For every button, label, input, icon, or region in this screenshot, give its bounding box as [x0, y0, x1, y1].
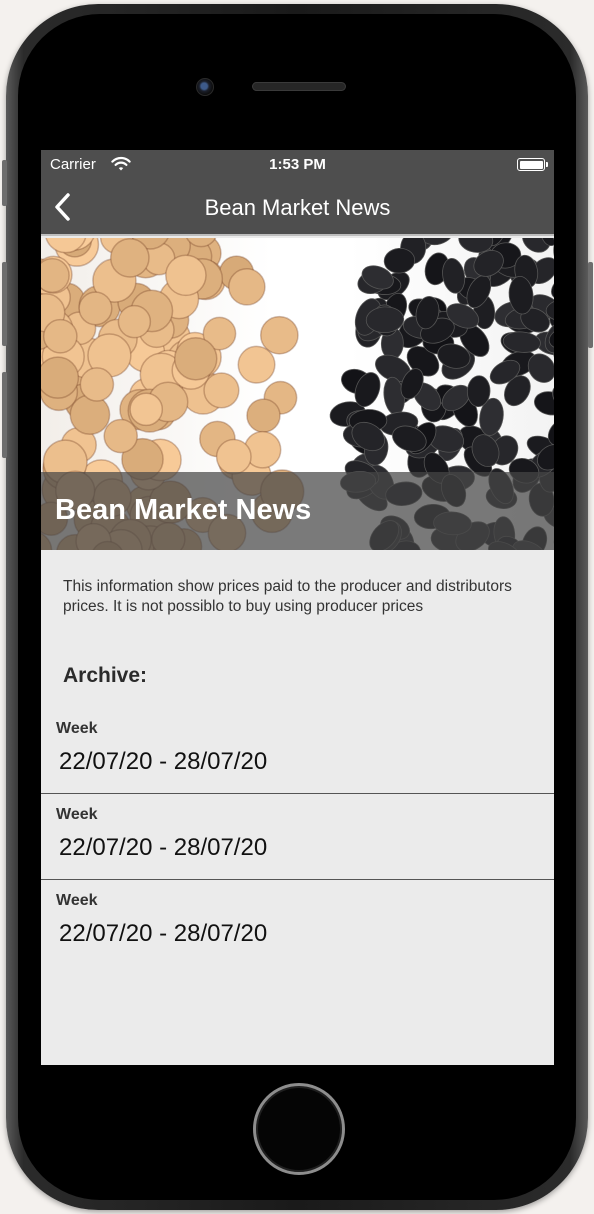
- week-range: 22/07/20 - 28/07/20: [59, 748, 268, 775]
- week-range: 22/07/20 - 28/07/20: [59, 834, 268, 861]
- archive-row[interactable]: Week 22/07/20 - 28/07/20: [41, 880, 554, 966]
- week-label: Week: [56, 806, 98, 823]
- banner-title: Bean Market News: [55, 494, 312, 526]
- earpiece-speaker: [252, 82, 346, 91]
- description-text: This information show prices paid to the…: [63, 578, 512, 615]
- archive-list: Week 22/07/20 - 28/07/20 Week 22/07/20 -…: [41, 708, 554, 966]
- power-button: [588, 262, 593, 348]
- front-camera: [196, 78, 214, 96]
- archive-row[interactable]: Week 22/07/20 - 28/07/20: [41, 708, 554, 794]
- volume-up-button: [2, 262, 7, 346]
- banner-caption: Bean Market News: [41, 472, 554, 550]
- battery-icon: [517, 158, 548, 171]
- nav-title: Bean Market News: [204, 195, 391, 220]
- week-range: 22/07/20 - 28/07/20: [59, 920, 268, 947]
- week-label: Week: [56, 720, 98, 737]
- status-bar: Carrier 1:53 PM: [41, 150, 554, 178]
- navigation-bar: Bean Market News: [41, 178, 554, 236]
- archive-heading: Archive:: [63, 664, 148, 687]
- status-time: 1:53 PM: [269, 156, 326, 173]
- app-screen: Carrier 1:53 PM Bean Market News Bean Ma…: [41, 150, 554, 1065]
- banner-image: Bean Market News: [41, 238, 554, 550]
- silent-switch: [2, 160, 7, 206]
- week-label: Week: [56, 892, 98, 909]
- home-button[interactable]: [253, 1083, 345, 1175]
- volume-down-button: [2, 372, 7, 458]
- archive-row[interactable]: Week 22/07/20 - 28/07/20: [41, 794, 554, 880]
